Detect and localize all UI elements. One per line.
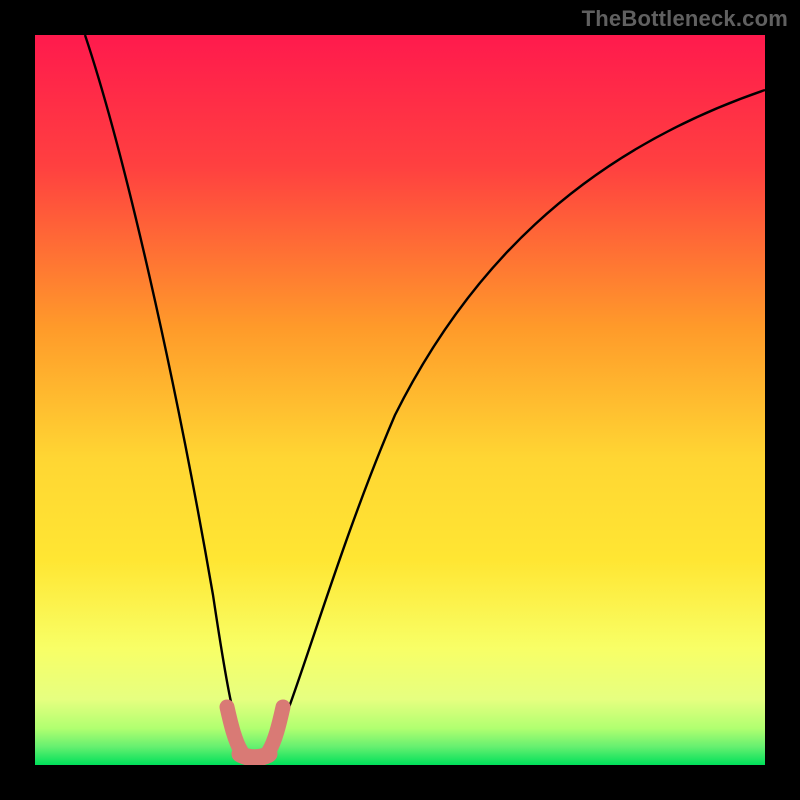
gradient-background [35,35,765,765]
plot-area [35,35,765,765]
watermark-text: TheBottleneck.com [582,6,788,32]
chart-svg [35,35,765,765]
chart-frame: TheBottleneck.com [0,0,800,800]
